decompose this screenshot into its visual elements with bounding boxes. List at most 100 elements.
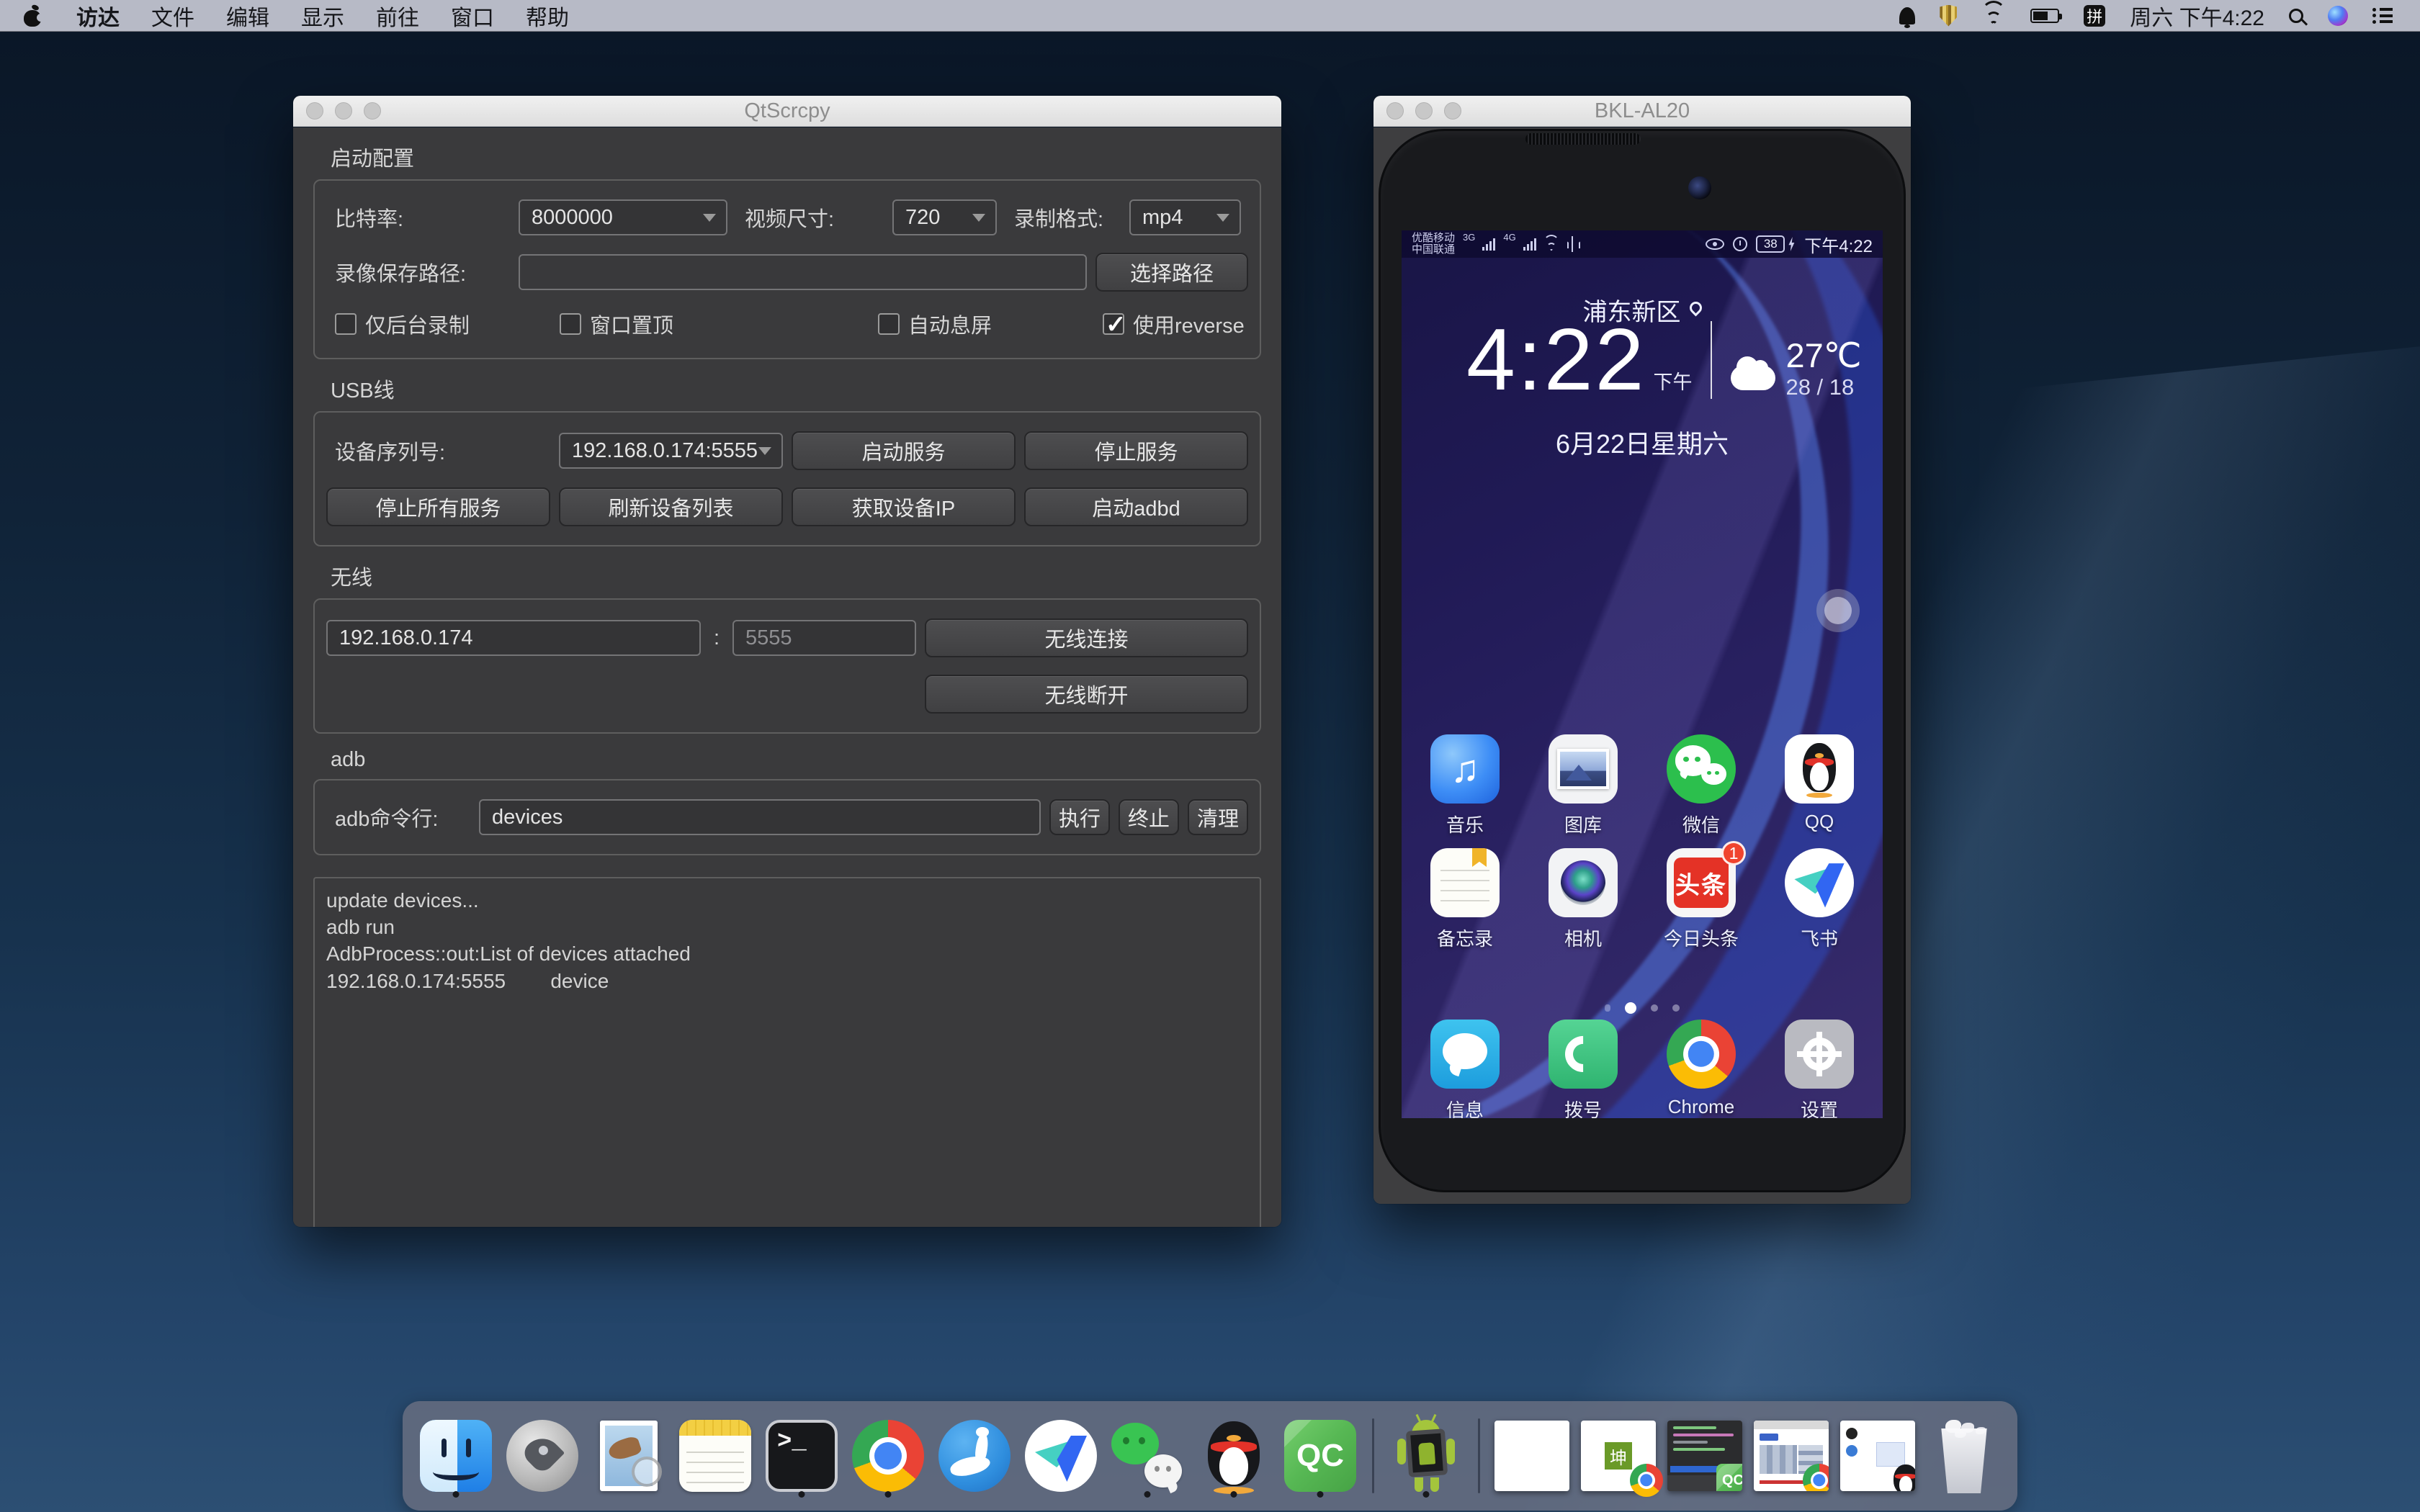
checkbox-icon[interactable] xyxy=(878,313,900,335)
qtscrcpy-titlebar[interactable]: QtScrcpy xyxy=(293,96,1281,127)
phone-screen[interactable]: 优酷移动 中国联通 3G 4G 38 xyxy=(1402,230,1883,1118)
minimize-button[interactable] xyxy=(335,102,352,120)
record-format-combobox[interactable]: mp4 xyxy=(1129,199,1241,235)
app-chrome[interactable]: Chrome xyxy=(1644,1020,1759,1118)
menu-window[interactable]: 窗口 xyxy=(435,0,510,32)
adb-command-input[interactable]: devices xyxy=(479,799,1041,835)
device-serial-combobox[interactable]: 192.168.0.174:5555 xyxy=(559,433,783,469)
get-device-ip-button[interactable]: 获取设备IP xyxy=(792,487,1016,526)
menu-file[interactable]: 文件 xyxy=(135,0,210,32)
zoom-button[interactable] xyxy=(364,102,381,120)
dock-document[interactable] xyxy=(1494,1413,1569,1499)
dock-trash[interactable] xyxy=(1927,1413,2002,1499)
start-service-button[interactable]: 启动服务 xyxy=(792,431,1016,470)
wireless-disconnect-button[interactable]: 无线断开 xyxy=(925,675,1248,714)
app-wechat[interactable]: 微信 xyxy=(1644,734,1759,837)
checkbox-use-reverse[interactable]: 使用reverse xyxy=(1094,309,1248,339)
dock-wechat[interactable] xyxy=(1110,1413,1185,1499)
record-path-input[interactable] xyxy=(519,254,1087,290)
dock-qtscrcpy[interactable]: QC xyxy=(1283,1413,1358,1499)
checkbox-background-record[interactable]: 仅后台录制 xyxy=(326,309,542,339)
log-output[interactable]: update devices... adb run AdbProcess::ou… xyxy=(313,877,1261,1227)
wireless-section-title: 无线 xyxy=(331,561,1261,591)
chevron-down-icon xyxy=(758,447,771,455)
dock-mail[interactable] xyxy=(591,1413,666,1499)
app-notes[interactable]: 备忘录 xyxy=(1407,848,1523,951)
high-low-temperature: 28 / 18 xyxy=(1785,374,1861,400)
app-label: 微信 xyxy=(1682,811,1720,837)
notes-icon xyxy=(1430,848,1500,917)
dock-chrome[interactable] xyxy=(851,1413,926,1499)
app-gallery[interactable]: 图库 xyxy=(1525,734,1641,837)
dock-separator xyxy=(1478,1418,1480,1493)
dock-minimized-qq-chat[interactable] xyxy=(1840,1413,1915,1499)
search-icon[interactable] xyxy=(2289,9,2303,23)
menu-bar-clock[interactable]: 周六 下午4:22 xyxy=(2130,0,2264,32)
bitrate-combobox[interactable]: 8000000 xyxy=(519,199,727,235)
adb-clear-button[interactable]: 清理 xyxy=(1188,799,1248,835)
menu-help[interactable]: 帮助 xyxy=(510,0,585,32)
wifi-icon[interactable] xyxy=(1981,6,2006,25)
close-button[interactable] xyxy=(1386,102,1404,120)
menu-finder[interactable]: 访达 xyxy=(60,0,135,32)
adb-run-button[interactable]: 执行 xyxy=(1049,799,1110,835)
dock-sealion-app[interactable] xyxy=(937,1413,1012,1499)
siri-icon[interactable] xyxy=(2328,6,2348,26)
app-feishu[interactable]: 飞书 xyxy=(1762,848,1877,951)
refresh-device-list-button[interactable]: 刷新设备列表 xyxy=(559,487,783,526)
notification-center-icon[interactable] xyxy=(2372,8,2393,24)
app-toutiao[interactable]: 头条 1 今日头条 xyxy=(1644,848,1759,951)
wireless-ip-input[interactable]: 192.168.0.174 xyxy=(326,620,701,656)
close-button[interactable] xyxy=(306,102,323,120)
location-pin-icon xyxy=(1687,299,1704,316)
stop-service-button[interactable]: 停止服务 xyxy=(1024,431,1248,470)
dock-minimized-kun-page[interactable]: 坤 xyxy=(1581,1413,1656,1499)
minimize-button[interactable] xyxy=(1415,102,1433,120)
dock-notes[interactable] xyxy=(678,1413,753,1499)
chrome-badge-icon xyxy=(1630,1464,1663,1497)
page-dot xyxy=(1672,1004,1680,1012)
battery-icon[interactable] xyxy=(2030,9,2059,23)
menu-view[interactable]: 显示 xyxy=(285,0,360,32)
checkbox-always-on-top[interactable]: 窗口置顶 xyxy=(551,309,861,339)
assistive-ball[interactable] xyxy=(1816,589,1860,632)
app-qq[interactable]: QQ xyxy=(1762,734,1877,837)
minimized-window-thumbnail xyxy=(1840,1421,1915,1491)
dock-qq[interactable] xyxy=(1196,1413,1271,1499)
checkbox-icon[interactable] xyxy=(560,313,581,335)
phone-window-titlebar[interactable]: BKL-AL20 xyxy=(1373,96,1911,127)
app-camera[interactable]: 相机 xyxy=(1525,848,1641,951)
stop-all-services-button[interactable]: 停止所有服务 xyxy=(326,487,550,526)
dock-terminal[interactable]: >_ xyxy=(764,1413,839,1499)
checkbox-icon[interactable] xyxy=(335,313,357,335)
notification-bell-icon[interactable] xyxy=(1899,7,1915,24)
app-music[interactable]: ♫ 音乐 xyxy=(1407,734,1523,837)
checkbox-icon[interactable] xyxy=(1103,313,1124,335)
dock-launchpad[interactable] xyxy=(505,1413,580,1499)
app-settings[interactable]: 设置 xyxy=(1762,1020,1877,1118)
log-line: update devices... xyxy=(326,887,1248,914)
checkbox-auto-screen-off[interactable]: 自动息屏 xyxy=(869,309,1085,339)
adb-stop-button[interactable]: 终止 xyxy=(1119,799,1179,835)
app-messages[interactable]: 信息 xyxy=(1407,1020,1523,1118)
start-adbd-button[interactable]: 启动adbd xyxy=(1024,487,1248,526)
dock-feishu[interactable] xyxy=(1023,1413,1098,1499)
traffic-lights xyxy=(1386,102,1461,120)
dock-android-scrcpy[interactable] xyxy=(1389,1413,1464,1499)
menu-edit[interactable]: 编辑 xyxy=(210,0,285,32)
wireless-connect-button[interactable]: 无线连接 xyxy=(925,618,1248,657)
shield-icon[interactable] xyxy=(1940,5,1957,27)
clock-widget[interactable]: 4:22 下午 27℃ 28 / 18 xyxy=(1466,315,1862,403)
dock-minimized-webpage[interactable] xyxy=(1754,1413,1829,1499)
choose-path-button[interactable]: 选择路径 xyxy=(1095,253,1248,292)
video-size-combobox[interactable]: 720 xyxy=(892,199,997,235)
apple-menu-icon[interactable] xyxy=(23,5,42,27)
weather-widget[interactable]: 27℃ 28 / 18 xyxy=(1731,337,1861,400)
dock-minimized-code-window[interactable]: QC xyxy=(1667,1413,1742,1499)
zoom-button[interactable] xyxy=(1444,102,1461,120)
menu-go[interactable]: 前往 xyxy=(360,0,435,32)
input-method-icon[interactable]: 拼 xyxy=(2084,5,2105,27)
wireless-port-input[interactable]: 5555 xyxy=(732,620,916,656)
dock-finder[interactable] xyxy=(418,1413,493,1499)
app-dialer[interactable]: 拨号 xyxy=(1525,1020,1641,1118)
